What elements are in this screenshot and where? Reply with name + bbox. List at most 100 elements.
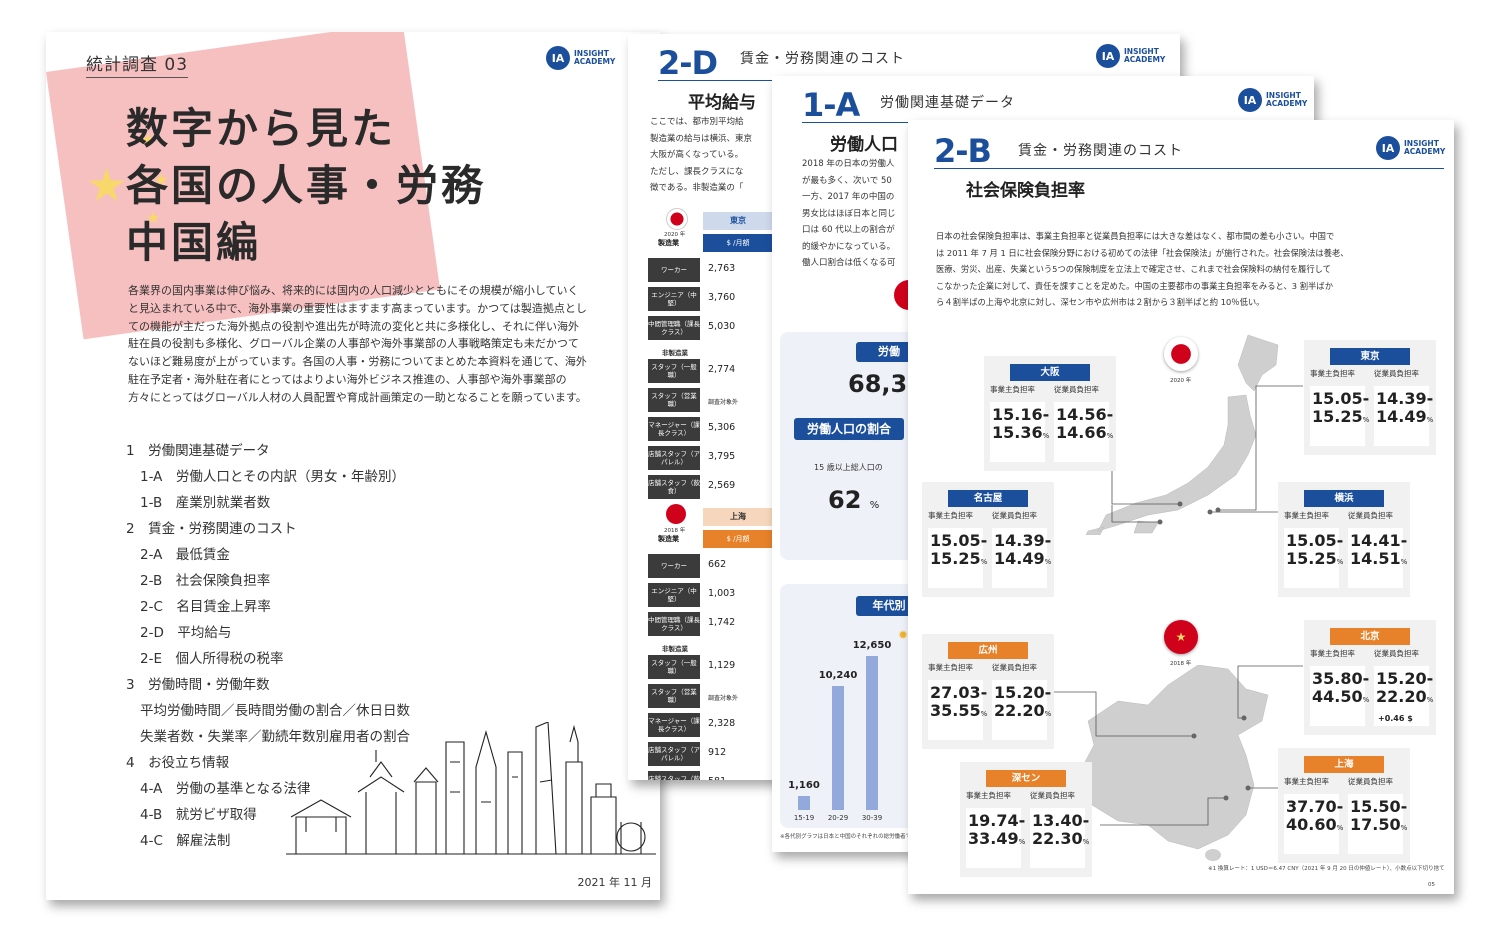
employer-label: 事業主負担率 (928, 511, 973, 520)
employee-label: 従業員負担率 (1348, 777, 1393, 786)
employee-rate-high: 22.30% (1032, 830, 1089, 851)
cover-intro: 各業界の国内事業は伸び悩み、将来的には国内の人口減少とともにその規模が縮小してい… (128, 284, 587, 404)
brain-icon: IA (1238, 88, 1262, 112)
row-value: 1,742 (708, 617, 736, 628)
employer-rate-low: 15.16- (992, 405, 1050, 424)
bar-value-label: 1,160 (788, 779, 820, 791)
city-name: 東京 (1330, 348, 1410, 365)
employer-rate-high: 15.36% (992, 424, 1049, 445)
page-2b-social-insurance: 2-B 賃金・労務関連のコスト IA INSIGHT ACADEMY 社会保険負担… (908, 120, 1454, 894)
ratio-number: 62 (828, 486, 862, 514)
employer-rate-high: 44.50% (1312, 688, 1369, 709)
group-label: 非製造業 (662, 349, 688, 357)
percent-sign: % (1426, 696, 1434, 704)
table-year: 2020 年 (664, 232, 686, 238)
brain-icon: IA (546, 46, 570, 70)
employee-rate-high: 17.50% (1350, 816, 1407, 837)
bar (798, 795, 810, 810)
cover-title-line: 各国の人事・労務 (126, 161, 487, 210)
sector-label: 製造業 (658, 535, 679, 543)
employee-label: 従業員負担率 (1054, 385, 1099, 394)
page-heading: 平均給与 (688, 93, 756, 113)
employee-label: 従業員負担率 (992, 663, 1037, 672)
row-value: 調査対象外 (708, 695, 739, 702)
employer-rate-high: 35.55% (930, 702, 987, 723)
employer-rate-high-value: 40.60 (1286, 815, 1337, 834)
row-label: ワーカー (648, 554, 700, 578)
text-line: 製造業の給与は横浜、東京 (650, 133, 753, 144)
bar-value-label: 10,240 (818, 669, 858, 681)
row-value: 581 (708, 776, 726, 780)
city-box-shenzhen: 深セン 事業主負担率 従業員負担率 19.74- 33.49% 13.40- 22.30% (960, 762, 1092, 877)
employer-rate-high: 15.25% (1312, 408, 1369, 429)
employer-label: 事業主負担率 (1310, 649, 1355, 658)
city-box-guangzhou: 広州 事業主負担率 従業員負担率 27.03- 35.55% 15.20- 22.20% (922, 634, 1054, 749)
employee-label: 従業員負担率 (1030, 791, 1075, 800)
toc-item: 2-C 名目賃金上昇率 (140, 599, 271, 615)
row-label: 店舗スタッフ（飲食） (648, 475, 700, 499)
city-name: 横浜 (1304, 490, 1384, 507)
skyline-illustration (286, 722, 656, 855)
percent-sign: % (1106, 432, 1114, 440)
text-line: 大阪が高くなっている。 (650, 150, 744, 160)
insight-academy-logo: IA INSIGHT ACADEMY (1096, 44, 1165, 68)
row-label: エンジニア（中堅） (648, 583, 700, 607)
employer-rate-low: 19.74- (968, 811, 1026, 830)
employer-rate-high: 40.60% (1286, 816, 1343, 837)
percent-sign: % (1044, 558, 1052, 566)
publication-date: 2021 年 11 月 (577, 876, 652, 889)
cover-title-line: 数字から見た (126, 104, 397, 153)
employer-rate-low: 15.05- (930, 531, 988, 550)
city-box-osaka: 大阪 事業主負担率 従業員負担率 15.16- 15.36% 14.56- 14.66% (984, 356, 1116, 471)
employee-rate-low: 14.39- (994, 531, 1052, 550)
city-name: 名古屋 (948, 490, 1028, 507)
employer-rate-low: 15.05- (1286, 531, 1344, 550)
percent-sign: % (1082, 838, 1090, 846)
toc-item: 2 賃金・労務関連のコスト (126, 521, 297, 537)
logo-line-2: ACADEMY (1266, 99, 1308, 108)
sun-icon: ✹ (898, 628, 909, 642)
city-box-tokyo: 東京 事業主負担率 従業員負担率 15.05- 15.25% 14.39- 14.49% (1304, 340, 1436, 455)
employer-rate-low: 27.03- (930, 683, 988, 702)
employer-rate-high-value: 15.25 (1312, 407, 1363, 426)
china-flag-icon (666, 504, 686, 524)
ratio-value: 62 % (828, 486, 879, 514)
employee-rate-high: 14.49% (1376, 408, 1433, 429)
employer-rate-high-value: 35.55 (930, 701, 981, 720)
employee-rate-low: 13.40- (1032, 811, 1090, 830)
employee-label: 従業員負担率 (992, 511, 1037, 520)
employee-rate-high-value: 14.49 (994, 549, 1045, 568)
percent-sign: % (1400, 558, 1408, 566)
city-box-nagoya: 名古屋 事業主負担率 従業員負担率 15.05- 15.25% 14.39- 14.49% (922, 482, 1054, 597)
row-value: 912 (708, 747, 727, 758)
row-value: 1,129 (708, 660, 736, 671)
unit-header: $ /月額 (703, 234, 773, 252)
employee-rate-low: 14.56- (1056, 405, 1114, 424)
ratio-unit: % (869, 500, 880, 511)
cover-label: 統計調査 03 (86, 50, 189, 78)
employee-rate-low: 15.50- (1350, 797, 1408, 816)
city-name: 上海 (1304, 756, 1384, 773)
text-line: ここでは、都市別平均給 (650, 117, 744, 127)
section-title: 賃金・労務関連のコスト (740, 51, 905, 67)
row-label: スタッフ（営業職） (648, 684, 700, 708)
employee-rate-low: 14.41- (1350, 531, 1408, 550)
row-label: 中間管理職（課長クラス） (648, 316, 700, 340)
employee-label: 従業員負担率 (1374, 369, 1419, 378)
cover-title: 数字から見た 各国の人事・労務 中国編 (126, 100, 486, 271)
footnote: ※1 換算レート：1 USD＝6.47 CNY（2021 年 9 月 20 日の… (1208, 866, 1445, 872)
employee-rate-high-value: 14.66 (1056, 423, 1107, 442)
percent-sign: % (1400, 824, 1408, 832)
row-label: 店舗スタッフ（アパレル） (648, 742, 700, 766)
employer-rate-high-value: 33.49 (968, 829, 1019, 848)
body-text: ここでは、都市別平均給 製造業の給与は横浜、東京 大阪が高くなっている。 ただし、課長… (650, 114, 790, 197)
city-name: 大阪 (1010, 364, 1090, 381)
percent-sign: % (1042, 432, 1050, 440)
percent-sign: % (1426, 416, 1434, 424)
section-title: 労働関連基礎データ (880, 95, 1015, 111)
toc-item: 3 労働時間・労働年数 (126, 677, 270, 693)
brain-icon: IA (1096, 44, 1120, 68)
china-year: 2018 年 (1170, 661, 1192, 667)
employee-rate-low: 15.20- (994, 683, 1052, 702)
employer-rate-low: 15.05- (1312, 389, 1370, 408)
